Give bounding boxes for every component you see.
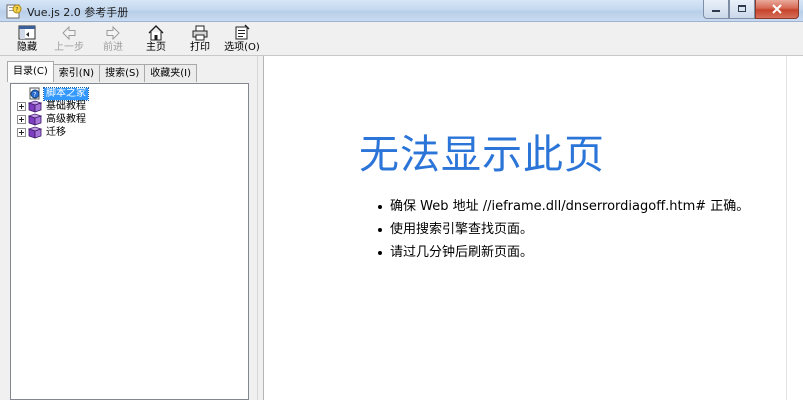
- tree-item[interactable]: 基础教程: [11, 100, 88, 113]
- tab-search[interactable]: 搜索(S): [99, 64, 146, 82]
- tree-item-label: 高级教程: [46, 113, 86, 125]
- tab-index[interactable]: 索引(N): [52, 64, 101, 82]
- tree-item[interactable]: 迁移: [11, 126, 68, 139]
- nav-tabs: 目录(C) 索引(N) 搜索(S) 收藏夹(I): [7, 61, 198, 82]
- expand-plus-icon[interactable]: [17, 128, 26, 137]
- list-item: 请过几分钟后刷新页面。: [376, 241, 749, 264]
- help-page-icon: ?: [29, 87, 40, 100]
- print-button[interactable]: 打印: [188, 24, 212, 54]
- svg-text:?: ?: [15, 7, 18, 14]
- close-icon: [772, 4, 782, 14]
- tab-contents[interactable]: 目录(C): [7, 61, 54, 82]
- back-button[interactable]: 上一步: [52, 24, 86, 54]
- title-bar[interactable]: ? Vue.js 2.0 参考手册: [0, 0, 803, 22]
- tab-favorites[interactable]: 收藏夹(I): [144, 64, 198, 82]
- hide-button[interactable]: 隐藏: [13, 24, 41, 54]
- vertical-scrollbar[interactable]: [786, 56, 803, 400]
- home-icon: [148, 25, 164, 41]
- forward-arrow-icon: [106, 25, 120, 41]
- options-button[interactable]: 选项(O): [224, 24, 260, 54]
- list-item: 使用搜索引擎查找页面。: [376, 218, 749, 241]
- error-heading: 无法显示此页: [359, 132, 605, 178]
- toolbar: 隐藏 上一步 前进 主页 打印 选项(O): [0, 22, 803, 56]
- close-button[interactable]: [755, 0, 799, 19]
- svg-text:?: ?: [33, 92, 36, 99]
- window-title: Vue.js 2.0 参考手册: [27, 6, 129, 19]
- tree-item[interactable]: 高级教程: [11, 113, 88, 126]
- forward-button[interactable]: 前进: [101, 24, 125, 54]
- tree-item-label: 脚本之家: [43, 86, 89, 101]
- back-arrow-icon: [62, 25, 76, 41]
- options-icon: [235, 24, 250, 40]
- book-icon: [28, 126, 42, 139]
- list-item: 确保 Web 地址 //ieframe.dll/dnserrordiagoff.…: [376, 195, 749, 218]
- expand-plus-icon[interactable]: [17, 102, 26, 111]
- book-icon: [28, 113, 42, 126]
- navigation-pane: 目录(C) 索引(N) 搜索(S) 收藏夹(I) ? 脚本之家 基础教程 高级教…: [0, 56, 258, 400]
- book-icon: [28, 100, 42, 113]
- minimize-button[interactable]: [703, 0, 729, 19]
- help-app-icon: ?: [6, 4, 22, 19]
- minimize-icon: [712, 10, 720, 12]
- print-icon: [192, 25, 208, 41]
- home-button[interactable]: 主页: [144, 24, 168, 54]
- tree-item[interactable]: ? 脚本之家: [28, 86, 89, 101]
- maximize-button[interactable]: [729, 0, 755, 19]
- expand-plus-icon[interactable]: [17, 115, 26, 124]
- hide-pane-icon: [18, 25, 36, 40]
- content-pane: 无法显示此页 确保 Web 地址 //ieframe.dll/dnserrord…: [263, 56, 803, 400]
- tree-item-label: 迁移: [46, 126, 66, 138]
- tree-item-label: 基础教程: [46, 100, 86, 112]
- maximize-icon: [738, 5, 746, 12]
- error-suggestions: 确保 Web 地址 //ieframe.dll/dnserrordiagoff.…: [376, 195, 749, 264]
- window-controls: [703, 0, 799, 20]
- contents-tree: ? 脚本之家 基础教程 高级教程 迁移: [10, 83, 249, 400]
